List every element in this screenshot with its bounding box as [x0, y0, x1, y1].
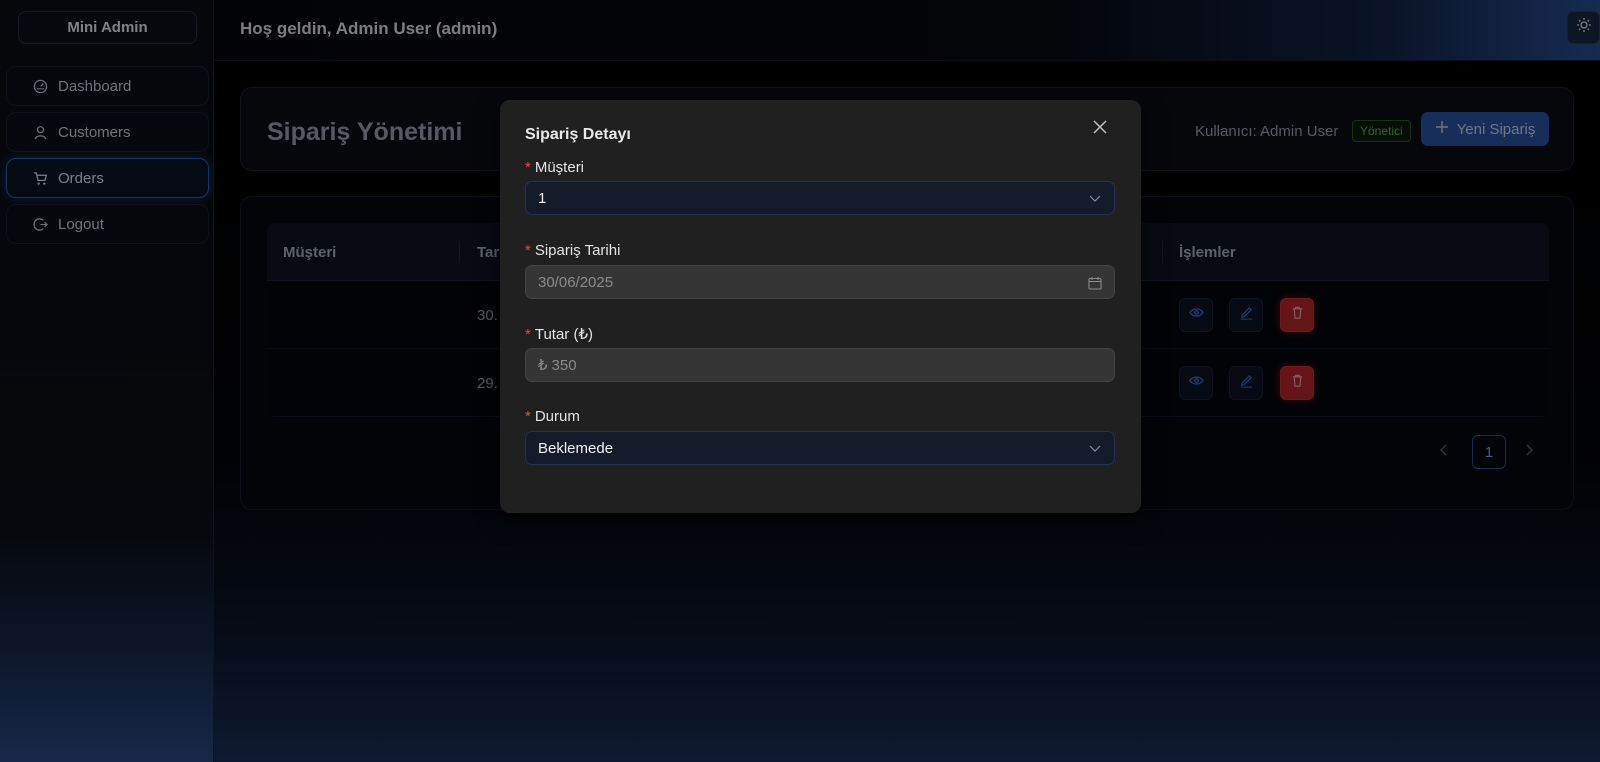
modal-close-button[interactable]	[1090, 119, 1110, 139]
status-field-label: * Durum	[525, 408, 580, 425]
required-marker: *	[525, 408, 531, 425]
order-date-value: 30/06/2025	[538, 273, 614, 291]
chevron-down-icon	[1087, 441, 1103, 457]
calendar-icon	[1087, 275, 1103, 291]
close-icon	[1092, 119, 1108, 140]
customer-select[interactable]: 1	[525, 181, 1115, 215]
chevron-down-icon	[1087, 191, 1103, 207]
amount-input[interactable]: ₺ 350	[525, 348, 1115, 382]
required-marker: *	[525, 159, 531, 176]
required-marker: *	[525, 242, 531, 259]
order-date-input[interactable]: 30/06/2025	[525, 265, 1115, 299]
order-detail-modal: Sipariş Detayı * Müşteri 1 * Sipariş Tarih…	[500, 100, 1141, 513]
amount-value: 350	[551, 356, 577, 374]
currency-prefix: ₺	[538, 357, 548, 374]
customer-select-value: 1	[538, 189, 547, 207]
modal-title: Sipariş Detayı	[525, 126, 631, 143]
order-date-field-label: * Sipariş Tarihi	[525, 242, 621, 259]
required-marker: *	[525, 326, 531, 343]
amount-field-label: * Tutar (₺)	[525, 326, 593, 343]
customer-field-label: * Müşteri	[525, 159, 585, 176]
status-select[interactable]: Beklemede	[525, 431, 1115, 465]
status-select-value: Beklemede	[538, 439, 614, 457]
